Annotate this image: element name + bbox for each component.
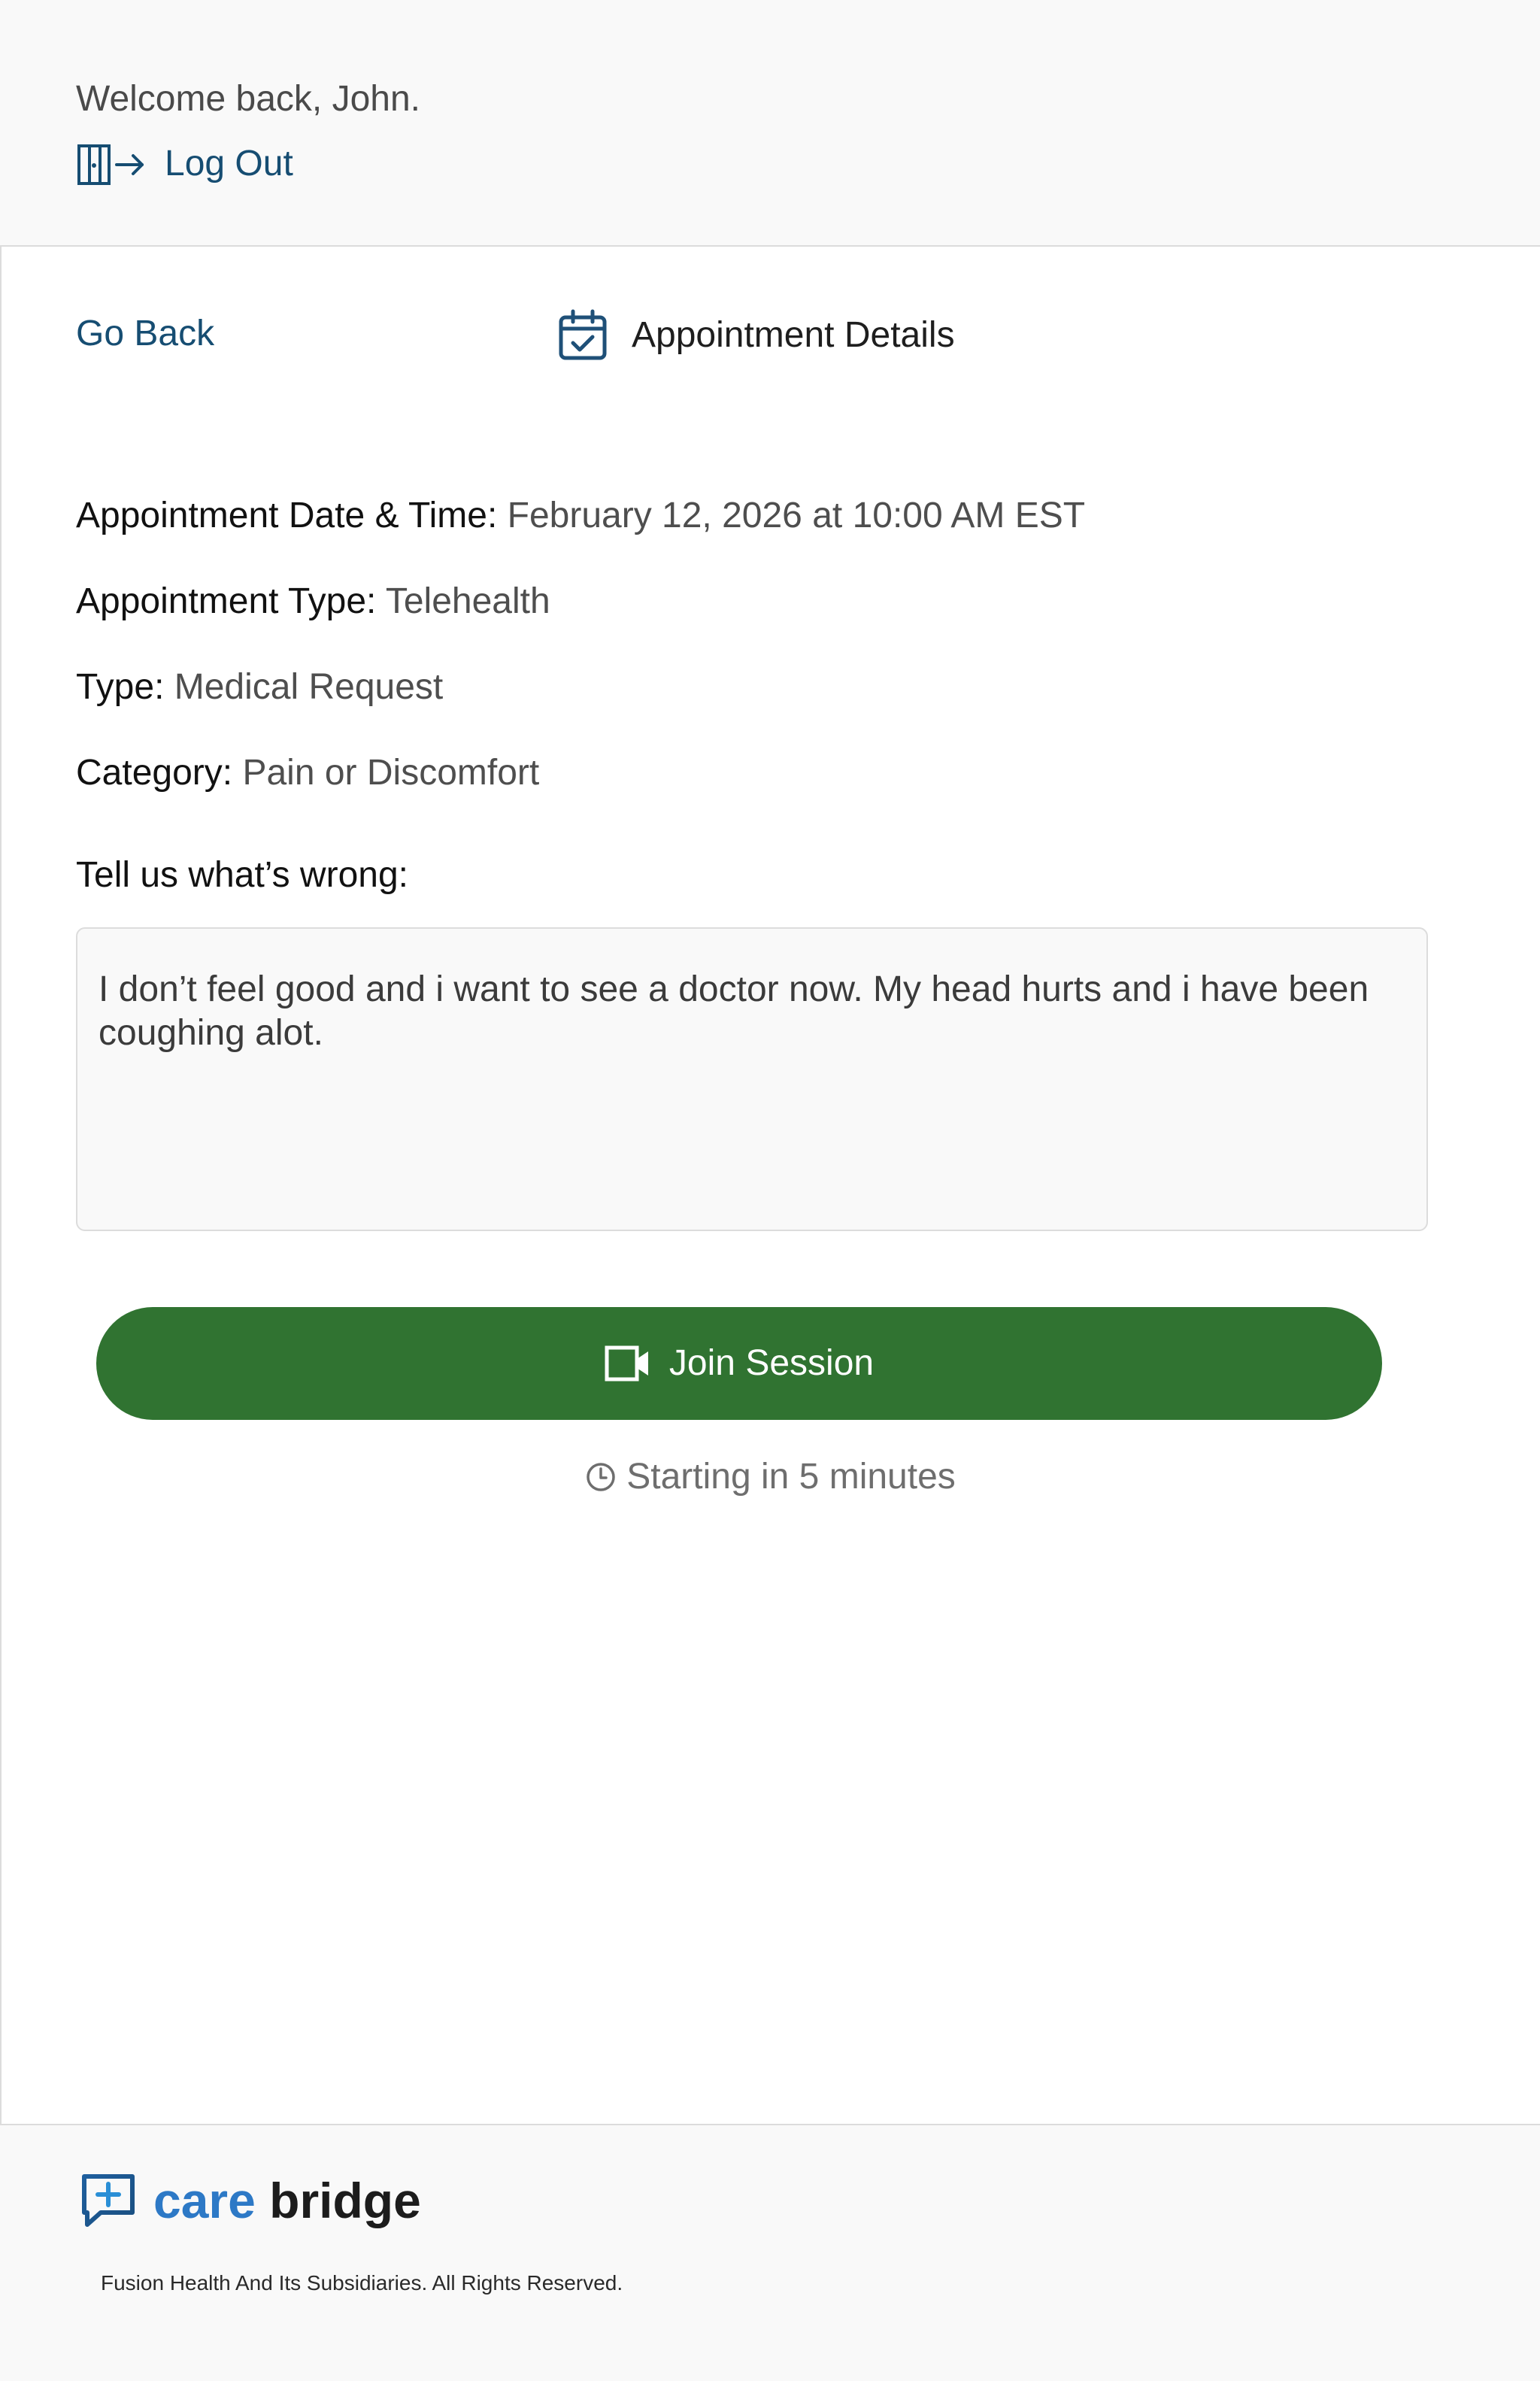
detail-type: Type: Medical Request (76, 663, 443, 711)
logout-label: Log Out (165, 144, 293, 184)
session-status: Starting in 5 minutes (2, 1453, 1540, 1501)
door-exit-icon (76, 141, 147, 187)
chat-plus-icon (78, 2170, 138, 2231)
brand-care: care (153, 2173, 256, 2228)
join-session-label: Join Session (668, 1343, 875, 1383)
detail-label: Appointment Type: (76, 581, 377, 621)
page-header: Appointment Details (556, 308, 955, 362)
detail-value: February 12, 2026 at 10:00 AM EST (507, 496, 1086, 535)
detail-value: Medical Request (174, 667, 444, 707)
complaint-textarea[interactable]: I don’t feel good and i want to see a do… (76, 927, 1428, 1231)
session-status-text: Starting in 5 minutes (626, 1457, 956, 1497)
detail-value: Pain or Discomfort (242, 753, 540, 793)
appointment-details-panel: Go Back Appointment Details Appointment … (0, 245, 1540, 2125)
video-camera-icon (605, 1344, 651, 1383)
brand-logo: care bridge (78, 2170, 421, 2231)
join-session-button[interactable]: Join Session (96, 1307, 1382, 1420)
brand-bridge: bridge (269, 2173, 421, 2228)
detail-label: Type: (76, 667, 165, 707)
detail-label: Appointment Date & Time: (76, 496, 498, 535)
clock-icon (586, 1462, 616, 1492)
copyright-text: Fusion Health And Its Subsidiaries. All … (101, 2271, 623, 2295)
go-back-link[interactable]: Go Back (76, 310, 214, 358)
page-title: Appointment Details (632, 315, 955, 355)
welcome-message: Welcome back, John. (76, 79, 420, 119)
detail-value: Telehealth (385, 581, 550, 621)
detail-category: Category: Pain or Discomfort (76, 749, 539, 797)
calendar-check-icon (556, 308, 609, 362)
detail-appointment-type: Appointment Type: Telehealth (76, 578, 550, 626)
detail-label: Category: (76, 753, 233, 793)
complaint-label: Tell us what’s wrong: (76, 855, 408, 895)
brand-name: care bridge (153, 2170, 421, 2231)
app-header: Welcome back, John. Log Out (0, 0, 1540, 245)
detail-date-time: Appointment Date & Time: February 12, 20… (76, 492, 1085, 540)
app-footer: care bridge Fusion Health And Its Subsid… (0, 2125, 1540, 2381)
logout-link[interactable]: Log Out (76, 140, 293, 188)
